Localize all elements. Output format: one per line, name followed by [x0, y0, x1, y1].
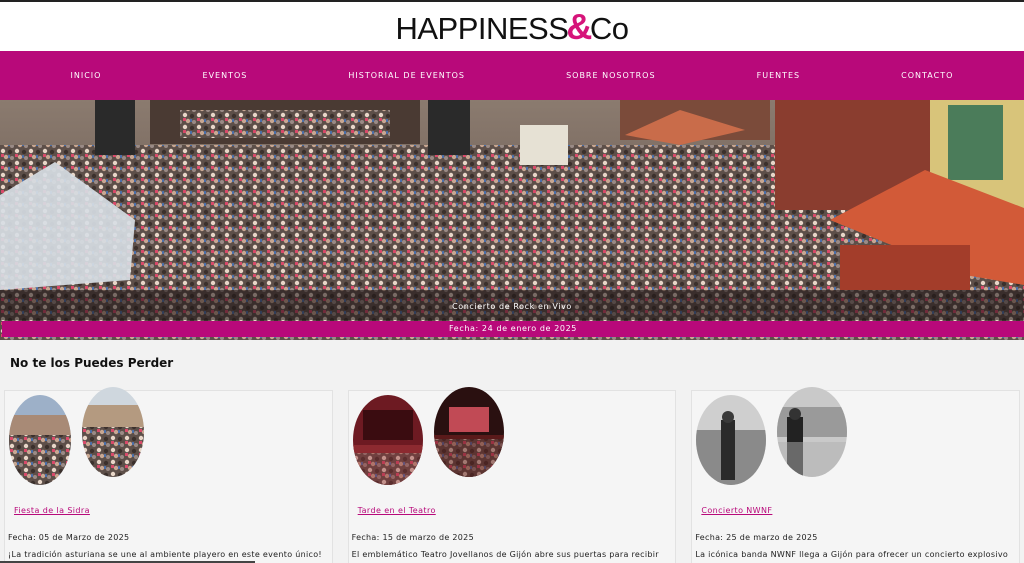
event-photo-2 [82, 387, 144, 477]
event-photo-1 [352, 395, 423, 485]
nav-sobre-nosotros[interactable]: Sobre nosotros [566, 71, 656, 80]
event-photo-2 [777, 387, 848, 477]
event-date: Fecha: 15 de marzo de 2025 [351, 533, 474, 542]
event-card-nwnf[interactable]: Concierto NWNF Fecha: 25 de marzo de 202… [691, 387, 1021, 563]
brand-header: HAPPINESS & Co [0, 2, 1024, 51]
event-link[interactable]: Concierto NWNF [701, 506, 772, 515]
event-photo-1 [9, 395, 71, 485]
event-description: El emblemático Teatro Jovellanos de Gijó… [351, 550, 659, 559]
event-photo-1 [696, 395, 767, 485]
event-description: La icónica banda NWNF llega a Gijón para… [695, 550, 1009, 559]
event-card-sidra[interactable]: Fiesta de la Sidra Fecha: 05 de Marzo de… [4, 387, 333, 563]
event-description: ¡La tradición asturiana se une al ambien… [8, 550, 322, 559]
section-title: No te los Puedes Perder [10, 356, 174, 370]
event-link[interactable]: Fiesta de la Sidra [14, 506, 90, 515]
event-date: Fecha: 05 de Marzo de 2025 [8, 533, 130, 542]
nav-fuentes[interactable]: Fuentes [757, 71, 801, 80]
site-logo[interactable]: HAPPINESS & Co [395, 5, 629, 48]
event-date: Fecha: 25 de marzo de 2025 [695, 533, 818, 542]
event-card-teatro[interactable]: Tarde en el Teatro Fecha: 15 de marzo de… [347, 387, 677, 563]
logo-text-right: Co [589, 10, 629, 46]
main-nav: Inicio Eventos Historial de eventos Sobr… [0, 51, 1024, 100]
nav-contacto[interactable]: Contacto [901, 71, 953, 80]
event-photo-2 [433, 387, 504, 477]
logo-text-left: HAPPINESS [395, 10, 569, 46]
hero-title: Concierto de Rock en Vivo [0, 290, 1024, 320]
nav-eventos[interactable]: Eventos [203, 71, 248, 80]
nav-historial[interactable]: Historial de eventos [348, 71, 465, 80]
hero-banner[interactable]: Concierto de Rock en Vivo Fecha: 24 de e… [0, 100, 1024, 340]
nav-inicio[interactable]: Inicio [71, 71, 102, 80]
hero-date: Fecha: 24 de enero de 2025 [2, 321, 1024, 337]
event-link[interactable]: Tarde en el Teatro [358, 506, 436, 515]
logo-ampersand: & [566, 5, 592, 47]
event-cards: Fiesta de la Sidra Fecha: 05 de Marzo de… [0, 387, 1024, 563]
